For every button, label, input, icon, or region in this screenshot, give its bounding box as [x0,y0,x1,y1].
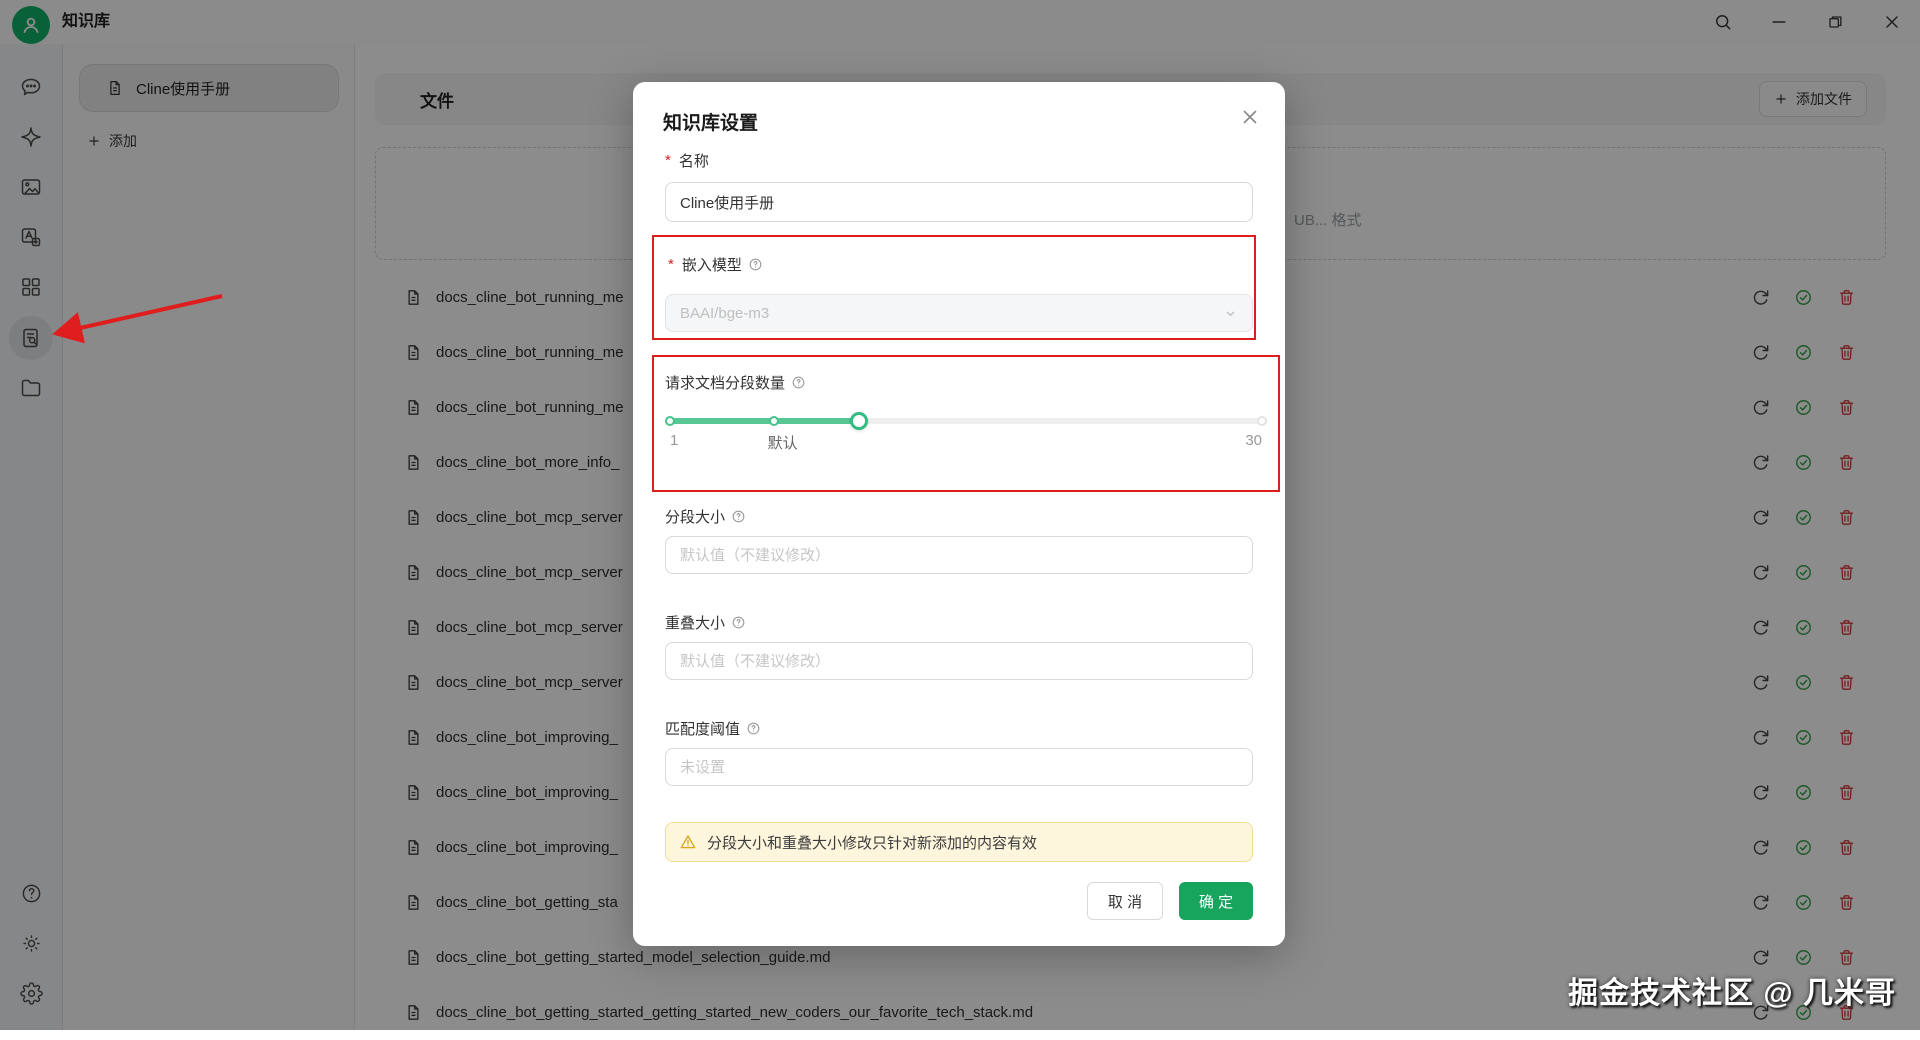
modal-title: 知识库设置 [663,108,758,135]
name-input[interactable] [665,182,1253,222]
embedding-model-label: * 嵌入模型 [668,254,763,275]
chevron-down-icon [1223,306,1238,321]
required-mark: * [668,256,674,273]
warning-icon [679,833,697,851]
required-mark: * [665,152,671,169]
chunk-size-input[interactable] [665,536,1253,574]
slider-track[interactable] [670,418,1262,424]
slider-max-label: 30 [1245,432,1262,449]
slider-min-dot [665,416,675,426]
slider-fill [670,418,859,424]
slider-default-label: 默认 [768,432,798,453]
modal-close-icon[interactable] [1239,106,1261,128]
slider-labels: 1 默认 30 [670,432,1262,452]
warning-text: 分段大小和重叠大小修改只针对新添加的内容有效 [707,832,1037,853]
threshold-label: 匹配度阈值 [665,718,761,739]
threshold-input[interactable] [665,748,1253,786]
slider-handle[interactable] [850,412,868,430]
embedding-model-value: BAAI/bge-m3 [680,305,769,322]
embedding-model-select[interactable]: BAAI/bge-m3 [665,294,1253,332]
cancel-button[interactable]: 取 消 [1087,882,1163,920]
overlap-size-input[interactable] [665,642,1253,680]
chunk-size-label: 分段大小 [665,506,746,527]
watermark: 掘金技术社区 @ 几米哥 [1568,968,1896,1012]
overlap-size-label: 重叠大小 [665,612,746,633]
help-circle-icon [791,375,806,390]
segment-count-slider[interactable]: 1 默认 30 [670,418,1262,452]
warning-banner: 分段大小和重叠大小修改只针对新添加的内容有效 [665,822,1253,862]
name-label: * 名称 [665,150,709,171]
help-circle-icon [731,509,746,524]
confirm-button[interactable]: 确 定 [1179,882,1253,920]
slider-max-dot [1257,416,1267,426]
slider-default-dot [769,416,779,426]
help-circle-icon [748,257,763,272]
kb-settings-modal: 知识库设置 * 名称 * 嵌入模型 BAAI/bge-m3 请求文档分段数量 [633,82,1285,946]
slider-min-label: 1 [670,432,678,449]
segment-count-label: 请求文档分段数量 [665,372,806,393]
help-circle-icon [731,615,746,630]
help-circle-icon [746,721,761,736]
